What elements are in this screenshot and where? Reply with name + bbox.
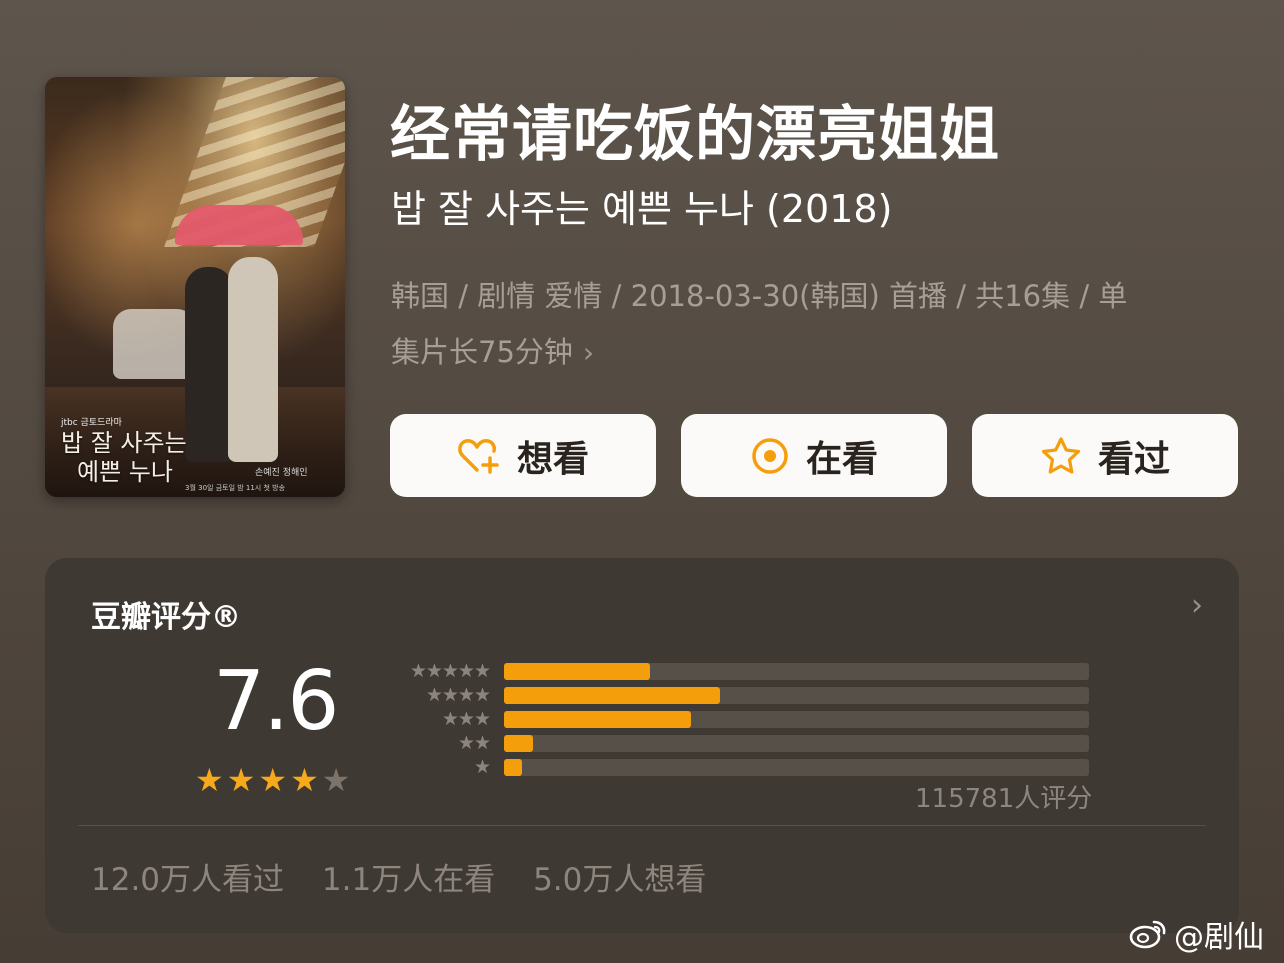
chevron-right-icon: › bbox=[582, 336, 595, 369]
distribution-track bbox=[504, 662, 1089, 680]
distribution-track bbox=[504, 710, 1089, 728]
poster-credit: 손예진 정해인 bbox=[255, 468, 308, 478]
stat-watched: 12.0万人看过 bbox=[91, 862, 285, 898]
distribution-track bbox=[504, 686, 1089, 704]
poster-car bbox=[113, 309, 195, 379]
poster-title-line1: 밥 잘 사주는 bbox=[61, 429, 187, 457]
distribution-track bbox=[504, 758, 1089, 776]
distribution-track bbox=[504, 734, 1089, 752]
target-circle-icon bbox=[752, 437, 788, 474]
star-filled-icon: ★ bbox=[226, 761, 256, 799]
want-button-label: 想看 bbox=[516, 438, 589, 480]
distribution-bar bbox=[504, 686, 720, 704]
star-filled-icon: ★ bbox=[290, 761, 319, 799]
weibo-icon bbox=[1129, 920, 1166, 949]
poster-date: 3월 30일 금토일 밤 11시 첫 방송 bbox=[185, 484, 286, 492]
show-meta[interactable]: 韩国 / 剧情 爱情 / 2018-03-30(韩国) 首播 / 共16集 / … bbox=[391, 268, 1231, 381]
chevron-right-icon[interactable]: › bbox=[1191, 588, 1203, 623]
distribution-stars-icon: ★ bbox=[473, 756, 491, 778]
divider bbox=[78, 825, 1206, 826]
distribution-row-3-star: ★★★ bbox=[385, 709, 1090, 729]
distribution-row-2-star: ★★ bbox=[385, 733, 1090, 753]
rater-count: 115781人评分 bbox=[915, 784, 1093, 814]
distribution-stars-icon: ★★★ bbox=[441, 708, 491, 730]
poster-image[interactable]: jtbc 금토드라마 밥 잘 사주는 예쁜 누나 손예진 정해인 3월 30일 … bbox=[45, 77, 345, 497]
watching-button[interactable]: 在看 bbox=[681, 414, 947, 497]
star-filled-icon: ★ bbox=[258, 761, 288, 799]
distribution-stars-icon: ★★★★★ bbox=[409, 660, 491, 682]
rating-score: 7.6 bbox=[213, 654, 339, 749]
rating-card[interactable]: 豆瓣评分® › 7.6 ★ ★ ★ ★ ★ ★★★★★ ★★★★ ★★★ ★★ ★ 115781… bbox=[45, 558, 1239, 933]
rating-label: 豆瓣评分® bbox=[91, 600, 241, 635]
poster-umbrella bbox=[175, 205, 303, 245]
meta-line2: 集片长75分钟 › bbox=[391, 324, 1231, 381]
want-button[interactable]: 想看 bbox=[390, 414, 656, 497]
stat-watching: 1.1万人在看 bbox=[321, 862, 496, 898]
poster-logo-text: jtbc 금토드라마 bbox=[61, 418, 122, 428]
show-title: 经常请吃饭的漂亮姐姐 bbox=[390, 100, 1000, 170]
distribution-stars-icon: ★★★★ bbox=[425, 684, 491, 706]
distribution-bar bbox=[504, 734, 533, 752]
show-subtitle: 밥 잘 사주는 예쁜 누나 (2018) bbox=[391, 187, 893, 231]
score-stars: ★ ★ ★ ★ ★ bbox=[195, 762, 350, 798]
watching-button-label: 在看 bbox=[805, 438, 878, 480]
distribution-row-4-star: ★★★★ bbox=[385, 685, 1090, 705]
distribution-stars-icon: ★★ bbox=[457, 732, 491, 754]
distribution-row-5-star: ★★★★★ bbox=[385, 661, 1090, 681]
distribution-bar bbox=[504, 758, 522, 776]
star-filled-icon: ★ bbox=[195, 761, 224, 799]
weibo-watermark: @剧仙 bbox=[1128, 912, 1264, 956]
watermark-text: @剧仙 bbox=[1174, 920, 1264, 955]
star-empty-icon: ★ bbox=[321, 761, 351, 799]
stat-want: 5.0万人想看 bbox=[533, 862, 707, 898]
watched-button-label: 看过 bbox=[1097, 438, 1170, 480]
watched-button[interactable]: 看过 bbox=[972, 414, 1238, 497]
star-outline-icon bbox=[1041, 436, 1081, 474]
poster-title: 밥 잘 사주는 예쁜 누나 bbox=[61, 429, 241, 487]
distribution-row-1-star: ★ bbox=[385, 757, 1090, 777]
meta-line1: 韩国 / 剧情 爱情 / 2018-03-30(韩国) 首播 / 共16集 / … bbox=[391, 279, 1128, 313]
meta-line2-text: 集片长75分钟 bbox=[391, 335, 573, 369]
distribution-bar bbox=[504, 662, 650, 680]
heart-plus-icon bbox=[458, 438, 499, 474]
audience-stats: 12.0万人看过 1.1万人在看 5.0万人想看 bbox=[91, 854, 734, 899]
distribution-bar bbox=[504, 710, 691, 728]
